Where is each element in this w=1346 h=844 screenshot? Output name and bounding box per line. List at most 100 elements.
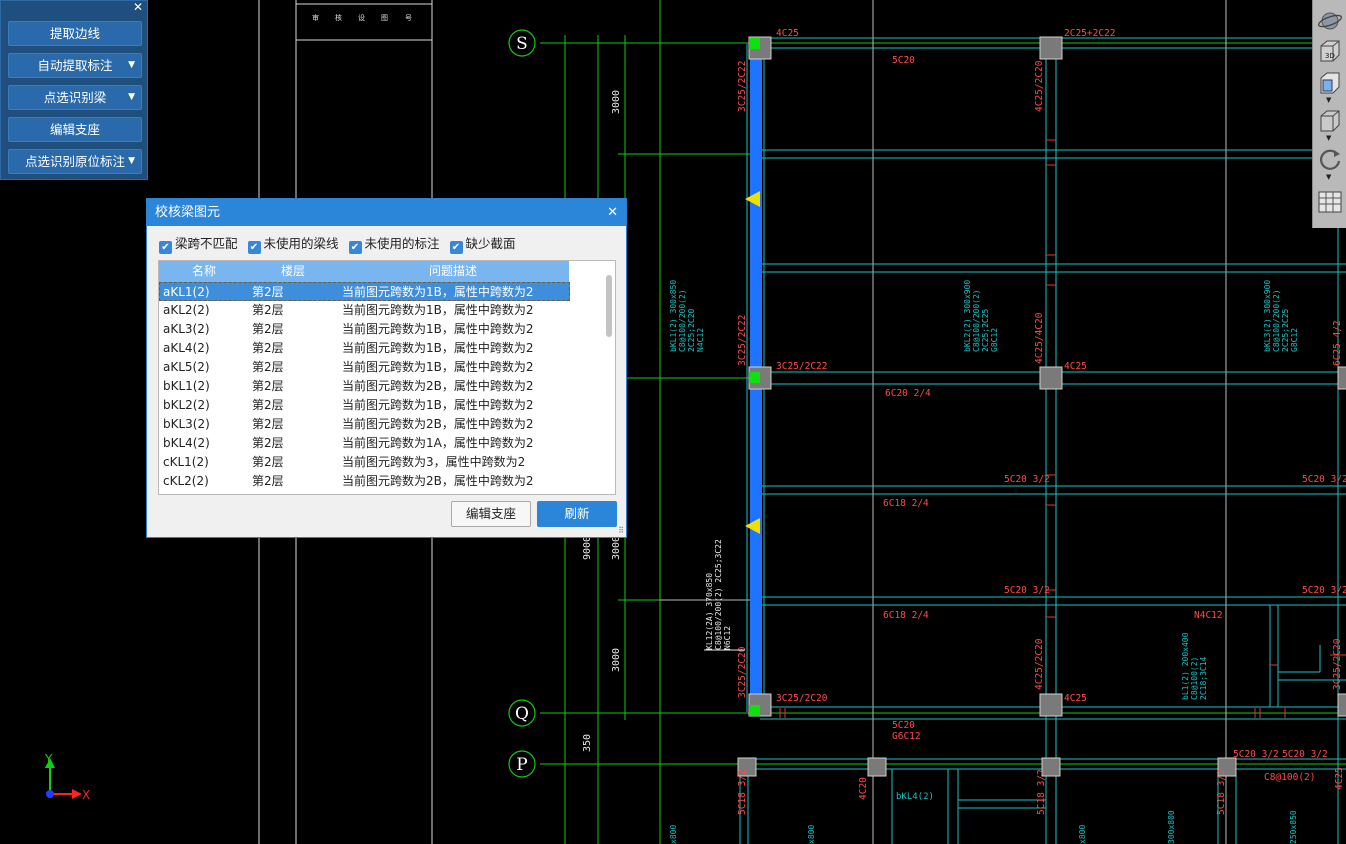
rebar-label: 4C25/4C20 (1034, 312, 1045, 364)
rebar-label: 3C25/2C20 (1332, 638, 1343, 690)
rebar-label: 3C25/2C22 (737, 61, 748, 112)
beam-note: G8C12 (990, 328, 999, 352)
issue-table[interactable]: 名称 楼层 问题描述 aKL1(2) 第2层 当前图元跨数为1B，属性中跨数为2 a… (158, 260, 616, 495)
cell-description: 当前图元跨数为1B，属性中跨数为2 (342, 360, 534, 374)
cell-floor: 第2层 (252, 322, 284, 336)
title-block-mark: 设 (358, 13, 365, 22)
cell-floor: 第2层 (252, 379, 284, 393)
dialog-titlebar[interactable]: 校核梁图元 ✕ (147, 199, 626, 226)
beam-note: bKL1(2) 300x850 (669, 280, 678, 352)
cell-description: 当前图元跨数为2B，属性中跨数为2 (342, 379, 534, 393)
table-row[interactable]: bKL4(2) 第2层 当前图元跨数为1A，属性中跨数为2 (159, 434, 570, 453)
table-row[interactable]: aKL5(2) 第2层 当前图元跨数为1B，属性中跨数为2 (159, 358, 570, 377)
dim-text: 9000 (582, 536, 593, 560)
beam-note: 300x800 (1167, 810, 1176, 844)
button-label: 点选识别原位标注 (24, 154, 125, 169)
cell-name: aKL5(2) (163, 360, 210, 374)
grid-settings-icon[interactable] (1317, 189, 1343, 215)
rebar-label: 5C18 3/2 (1036, 769, 1047, 815)
orbit-icon[interactable] (1317, 8, 1343, 34)
rebar-label: 6C25 4/2 (1332, 320, 1343, 366)
beam-note: x800 (807, 825, 816, 844)
cell-floor: 第2层 (252, 455, 284, 469)
table-row[interactable]: cKL1(2) 第2层 当前图元跨数为3，属性中跨数为2 (159, 453, 570, 472)
beam-note: bL1(2) 200x400 (1181, 632, 1190, 700)
dialog-close-icon[interactable]: ✕ (607, 199, 618, 226)
toolbar-close-icon[interactable]: ✕ (133, 1, 143, 14)
dropdown-arrow-icon[interactable]: ▼ (128, 86, 135, 109)
beam-note: 2C25;2C25 (981, 308, 990, 352)
edit-support-dialog-button[interactable]: 编辑支座 (451, 501, 531, 527)
pick-recognize-beam-button[interactable]: 点选识别梁 ▼ (8, 85, 142, 110)
cell-floor: 第2层 (252, 398, 284, 412)
cell-name: aKL1(2) (163, 285, 210, 299)
table-row[interactable]: bKL3(2) 第2层 当前图元跨数为2B，属性中跨数为2 (159, 415, 570, 434)
rebar-label: 6C20 2/4 (885, 388, 931, 399)
cell-description: 当前图元跨数为1B，属性中跨数为2 (342, 341, 534, 355)
rotate-icon[interactable] (1317, 146, 1343, 172)
edit-support-button[interactable]: 编辑支座 (8, 117, 142, 142)
title-block: 审 核 设 图 号 (312, 13, 412, 22)
cube-front-icon[interactable] (1317, 70, 1343, 96)
table-scrollbar[interactable] (606, 275, 612, 337)
beam-outlines (739, 37, 1346, 844)
checkmark-icon: ✔ (348, 241, 362, 254)
beam-note: N4C12 (696, 328, 705, 352)
filter-unused-beam-line-checkbox[interactable]: ✔ 未使用的梁线 (247, 235, 339, 254)
table-row[interactable]: aKL1(2) 第2层 当前图元跨数为1B，属性中跨数为2 (159, 282, 570, 301)
cell-description: 当前图元跨数为1B，属性中跨数为2 (342, 285, 534, 299)
check-beam-dialog: 校核梁图元 ✕ ✔ 梁跨不匹配 ✔ 未使用的梁线 ✔ 未使用的标注 ✔ 缺少截面 名称 … (146, 198, 627, 538)
column-header-floor[interactable]: 楼层 (281, 261, 305, 282)
resize-grip-icon[interactable]: ⠿ (618, 526, 624, 535)
rebar-label: 4C25/2C20 (1034, 60, 1045, 112)
axis-label-p: P (516, 755, 527, 775)
filter-missing-section-checkbox[interactable]: ✔ 缺少截面 (449, 235, 516, 254)
cell-description: 当前图元跨数为1B，属性中跨数为2 (342, 322, 534, 336)
table-row[interactable]: bKL2(2) 第2层 当前图元跨数为1B，属性中跨数为2 (159, 396, 570, 415)
dim-text: 350 (582, 734, 593, 752)
auto-extract-annotation-button[interactable]: 自动提取标注 ▼ (8, 53, 142, 78)
rebar-ticks (750, 139, 1346, 718)
cell-floor: 第2层 (252, 474, 284, 488)
table-row[interactable]: cKL2(2) 第2层 当前图元跨数为2B，属性中跨数为2 (159, 472, 570, 491)
dropdown-arrow-icon[interactable]: ▼ (1326, 173, 1331, 181)
refresh-button[interactable]: 刷新 (537, 501, 617, 527)
pick-recognize-in-situ-annotation-button[interactable]: 点选识别原位标注 ▼ (8, 149, 142, 174)
3d-view-icon[interactable]: 3D (1317, 38, 1343, 64)
column-header-description[interactable]: 问题描述 (429, 261, 477, 282)
cell-name: bKL2(2) (163, 398, 210, 412)
cell-name: bKL3(2) (163, 417, 210, 431)
rebar-label: 5C20 3/2 (1004, 585, 1050, 596)
ucs-y-label: Y (44, 752, 53, 766)
leader-note: KL12(2A) 370x850 C8@100/200(2) 2C25;3C22… (705, 539, 732, 650)
rebar-label: 6C18 2/4 (883, 610, 929, 621)
table-row[interactable]: aKL2(2) 第2层 当前图元跨数为1B，属性中跨数为2 (159, 301, 570, 320)
button-label: 点选识别梁 (43, 90, 107, 105)
beam-note: C8@100/200(2) 2C25;3C22 (714, 539, 723, 650)
dim-text: 3000 (611, 648, 622, 672)
rebar-label: 4C20 (858, 777, 869, 800)
axis-grid-lines (540, 0, 1346, 844)
column-header-name[interactable]: 名称 (192, 261, 216, 282)
extract-edge-button[interactable]: 提取边线 (8, 21, 142, 46)
table-row[interactable]: bKL1(2) 第2层 当前图元跨数为2B，属性中跨数为2 (159, 377, 570, 396)
table-row[interactable]: aKL4(2) 第2层 当前图元跨数为1B，属性中跨数为2 (159, 339, 570, 358)
rebar-label: N4C12 (1194, 610, 1223, 621)
ucs-x-label: X (82, 788, 90, 802)
view-toolbar: 3D ▼ ▼ ▼ (1312, 0, 1346, 228)
beam-recognition-toolbar: ✕ 提取边线 自动提取标注 ▼ 点选识别梁 ▼ 编辑支座 点选识别原位标注 ▼ (0, 0, 148, 180)
dropdown-arrow-icon[interactable]: ▼ (128, 54, 135, 77)
beam-note: C8@100/200(2) (678, 289, 687, 352)
dropdown-arrow-icon[interactable]: ▼ (1326, 134, 1331, 142)
cell-name: bKL4(2) (163, 436, 210, 450)
dropdown-arrow-icon[interactable]: ▼ (1326, 96, 1331, 104)
cube-iso-icon[interactable] (1317, 108, 1343, 134)
cell-description: 当前图元跨数为2B，属性中跨数为2 (342, 417, 534, 431)
column-grid-lines (660, 0, 1227, 844)
filter-unused-annotation-checkbox[interactable]: ✔ 未使用的标注 (348, 235, 440, 254)
cell-floor: 第2层 (252, 417, 284, 431)
filter-span-mismatch-checkbox[interactable]: ✔ 梁跨不匹配 (159, 235, 238, 254)
cell-description: 当前图元跨数为1A，属性中跨数为2 (342, 436, 534, 450)
table-row[interactable]: aKL3(2) 第2层 当前图元跨数为1B，属性中跨数为2 (159, 320, 570, 339)
dropdown-arrow-icon[interactable]: ▼ (128, 150, 135, 173)
